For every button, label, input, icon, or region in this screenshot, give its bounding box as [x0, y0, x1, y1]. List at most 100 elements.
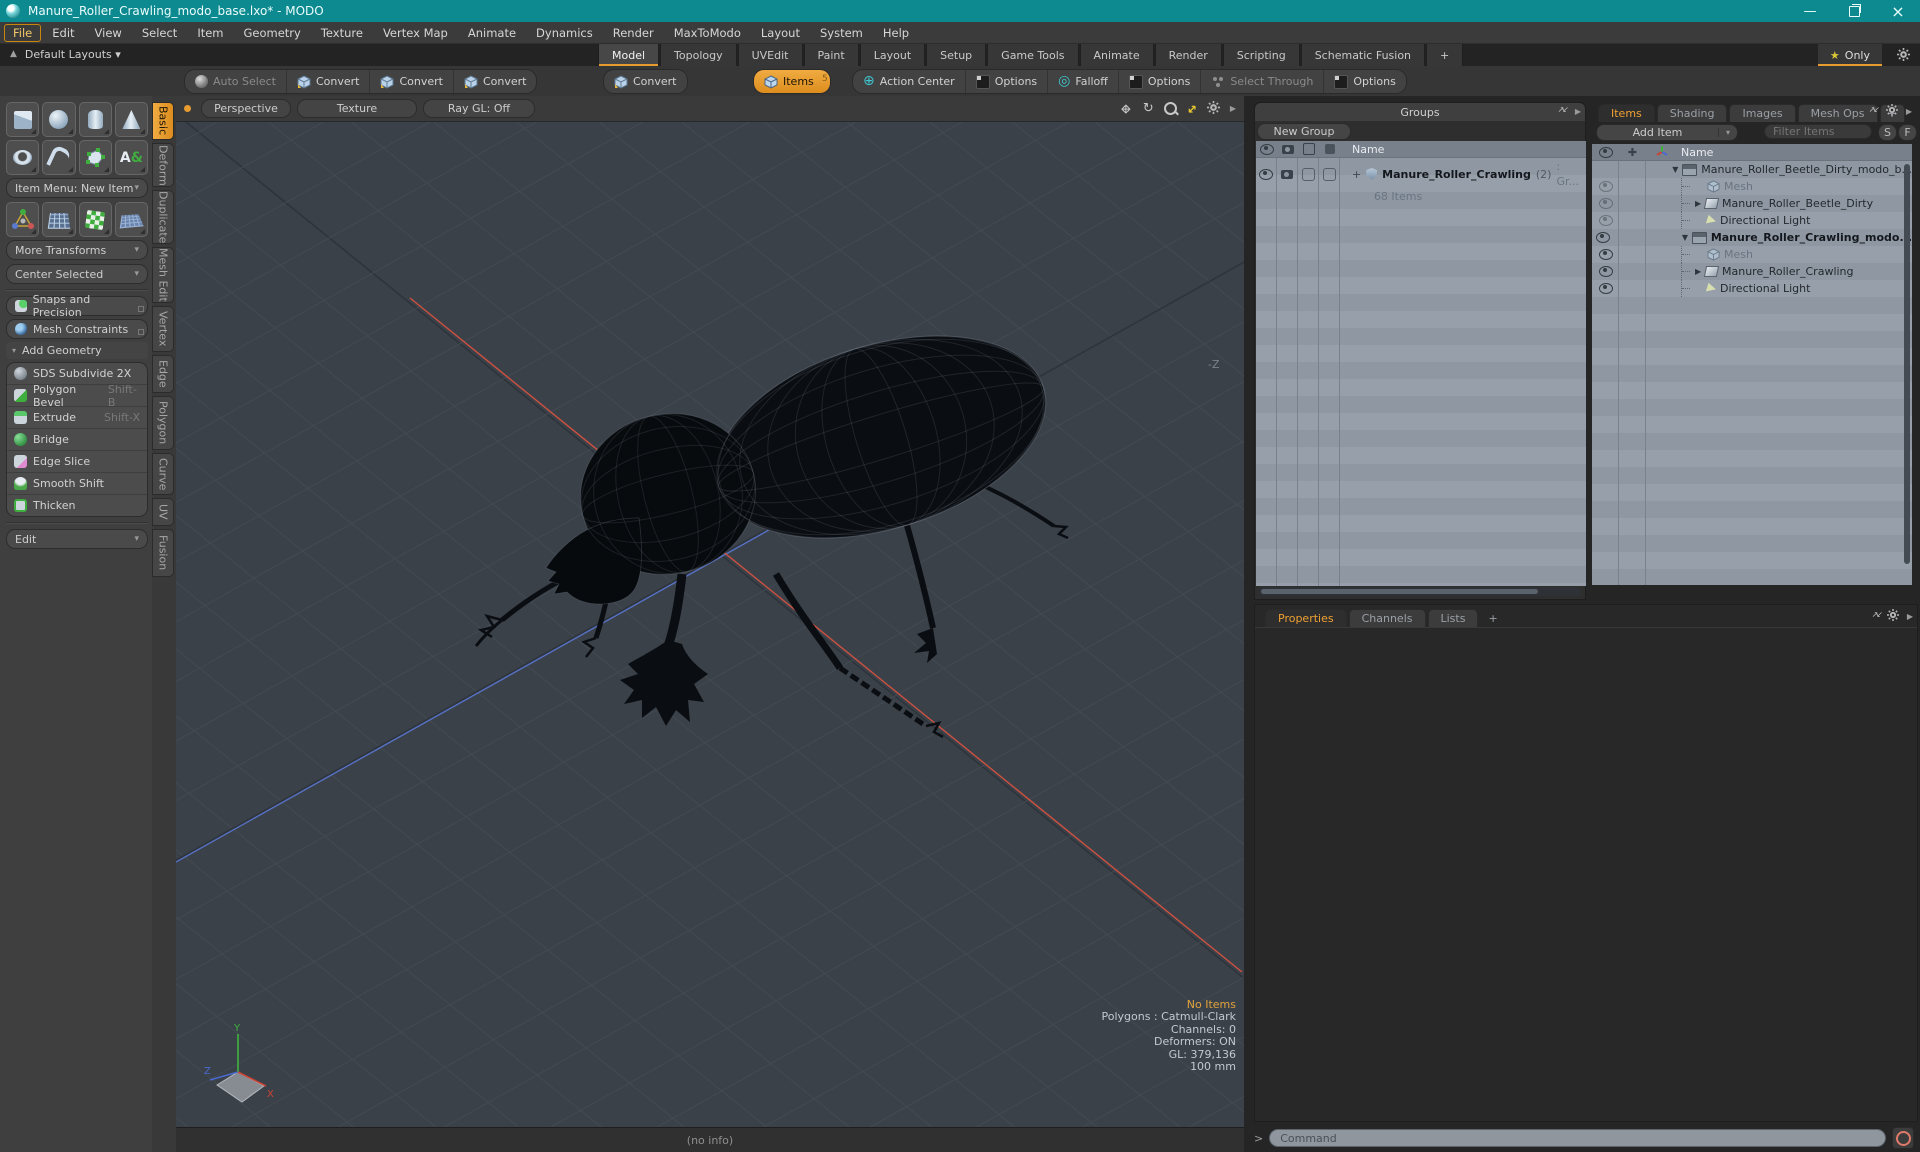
panel-flyout-icon[interactable]: ▶ — [1575, 107, 1581, 116]
menu-system[interactable]: System — [811, 24, 872, 42]
visibility-toggle[interactable] — [1599, 249, 1613, 260]
items-tree[interactable]: ✚ Name ▼ Manure_Roller_Beetle_Dirty_modo… — [1592, 144, 1912, 585]
layout-tab-paint[interactable]: Paint — [804, 44, 859, 66]
smooth-shift-button[interactable]: Smooth Shift — [7, 473, 147, 495]
new-group-button[interactable]: New Group — [1257, 123, 1351, 140]
menu-dynamics[interactable]: Dynamics — [527, 24, 602, 42]
bridge-button[interactable]: Bridge — [7, 429, 147, 451]
layout-tab-model[interactable]: Model — [598, 44, 659, 66]
cone-tool[interactable] — [115, 102, 148, 137]
expand-group-icon[interactable]: + — [1352, 167, 1361, 182]
panel-flyout-icon[interactable]: ▶ — [1907, 612, 1913, 621]
tab-duplicate[interactable]: Duplicate — [152, 190, 174, 244]
helix-tool[interactable] — [42, 140, 75, 175]
sphere-tool[interactable] — [42, 102, 75, 137]
visibility-toggle[interactable] — [1599, 198, 1613, 209]
menu-animate[interactable]: Animate — [459, 24, 525, 42]
tab-vertex[interactable]: Vertex — [152, 306, 174, 352]
collapse-icon[interactable]: ▼ — [1672, 165, 1682, 174]
layout-tab-schematic-fusion[interactable]: Schematic Fusion — [1301, 44, 1425, 66]
layout-tab-add[interactable]: + — [1426, 44, 1463, 66]
layout-tab-scripting[interactable]: Scripting — [1223, 44, 1300, 66]
filter-button[interactable]: F — [1898, 124, 1917, 141]
panel-flyout-icon[interactable]: ▶ — [1906, 107, 1912, 116]
edge-slice-button[interactable]: Edge Slice — [7, 451, 147, 473]
macro-record-button[interactable] — [1892, 1127, 1914, 1149]
tree-row-mesh-2[interactable]: Mesh — [1592, 246, 1912, 263]
group-visible-toggle[interactable] — [1259, 169, 1273, 180]
cylinder-tool[interactable] — [79, 102, 112, 137]
group-render-toggle[interactable] — [1281, 170, 1293, 179]
minimize-button[interactable]: — — [1788, 0, 1832, 22]
checker-cube-tool[interactable] — [79, 202, 112, 237]
center-selected-dropdown[interactable]: Center Selected▾ — [6, 264, 148, 284]
layouts-up-icon[interactable]: ▲ — [10, 49, 17, 66]
tab-mesh-edit[interactable]: Mesh Edit — [152, 247, 174, 303]
layoutbar-gear-icon[interactable] — [1897, 48, 1910, 64]
group-checkbox-1[interactable] — [1302, 168, 1315, 181]
expand-panel-icon[interactable]: ↗↙ — [1558, 105, 1567, 114]
menu-maxtomodo[interactable]: MaxToModo — [665, 24, 750, 42]
tab-polygon[interactable]: Polygon — [152, 396, 174, 450]
layout-tab-setup[interactable]: Setup — [926, 44, 986, 66]
layout-tab-topology[interactable]: Topology — [660, 44, 737, 66]
menu-layout[interactable]: Layout — [752, 24, 809, 42]
filter-items-input[interactable] — [1764, 124, 1872, 139]
convert-item-button[interactable]: Convert — [604, 70, 687, 93]
tree-row-light-1[interactable]: Directional Light — [1592, 212, 1912, 229]
select-through-button[interactable]: Select Through — [1201, 70, 1324, 93]
visibility-toggle[interactable] — [1596, 232, 1610, 243]
tab-lists[interactable]: Lists — [1428, 609, 1479, 627]
menu-file[interactable]: File — [4, 24, 41, 42]
tree-row-group-2[interactable]: ▶ Manure_Roller_Crawling — [1592, 263, 1912, 280]
convert-vertex-button[interactable]: Convert — [287, 70, 371, 93]
tab-curve[interactable]: Curve — [152, 453, 174, 495]
tree-row-mesh-1[interactable]: Mesh — [1592, 178, 1912, 195]
viewport-gear-icon[interactable] — [1207, 101, 1220, 117]
visibility-toggle[interactable] — [1599, 215, 1613, 226]
layout-tab-uvedit[interactable]: UVEdit — [738, 44, 803, 66]
viewport-3d[interactable]: Perspective Texture Ray GL: Off ↔↔ ↻ ↔ ▶… — [176, 96, 1244, 1127]
tab-mesh-ops[interactable]: Mesh Ops — [1798, 104, 1878, 122]
tab-channels[interactable]: Channels — [1349, 609, 1426, 627]
visibility-toggle[interactable] — [1599, 266, 1613, 277]
falloff-grid-tool[interactable] — [115, 202, 148, 237]
properties-gear-icon[interactable] — [1887, 609, 1899, 624]
falloff-options-button[interactable]: Options — [1119, 70, 1201, 93]
tab-add[interactable]: + — [1480, 609, 1505, 627]
tree-row-scene-1[interactable]: ▼ Manure_Roller_Beetle_Dirty_modo_b... — [1592, 161, 1912, 178]
menu-geometry[interactable]: Geometry — [235, 24, 310, 42]
visibility-toggle[interactable] — [1599, 283, 1613, 294]
rotate-icon[interactable]: ↻ — [1143, 101, 1154, 116]
items-vscrollbar[interactable] — [1904, 164, 1910, 564]
more-transforms-dropdown[interactable]: More Transforms▾ — [6, 240, 148, 260]
default-layouts-dropdown[interactable]: Default Layouts ▾ — [25, 48, 121, 66]
close-button[interactable]: × — [1876, 0, 1920, 22]
pan-icon[interactable]: ↔↔ — [1119, 102, 1133, 116]
menu-select[interactable]: Select — [133, 24, 186, 42]
group-checkbox-2[interactable] — [1323, 168, 1336, 181]
items-mode-button[interactable]: Items 5 — [754, 70, 830, 93]
item-menu-dropdown[interactable]: Item Menu: New Item▾ — [6, 178, 148, 198]
torus-tool[interactable] — [6, 140, 39, 175]
add-item-caret[interactable]: ▾ — [1718, 128, 1737, 137]
action-center-button[interactable]: ⊕Action Center — [853, 70, 966, 93]
tree-row-scene-2[interactable]: ▼ Manure_Roller_Crawling_modo... — [1592, 229, 1912, 246]
edit-dropdown[interactable]: Edit▾ — [6, 529, 148, 549]
perspective-dropdown[interactable]: Perspective — [201, 99, 291, 118]
tab-properties[interactable]: Properties — [1265, 609, 1347, 627]
tree-row-light-2[interactable]: Directional Light — [1592, 280, 1912, 297]
only-toggle[interactable]: ★ Only — [1818, 44, 1882, 66]
tree-row-group-1[interactable]: ▶ Manure_Roller_Beetle_Dirty — [1592, 195, 1912, 212]
menu-view[interactable]: View — [86, 24, 131, 42]
falloff-button[interactable]: ◎Falloff — [1048, 70, 1119, 93]
tab-fusion[interactable]: Fusion — [152, 529, 174, 577]
convert-edge-button[interactable]: Convert — [370, 70, 454, 93]
layout-tab-render[interactable]: Render — [1155, 44, 1222, 66]
groups-hscrollbar[interactable] — [1259, 587, 1581, 596]
layout-tab-game-tools[interactable]: Game Tools — [987, 44, 1078, 66]
command-input[interactable] — [1269, 1129, 1886, 1147]
groups-list[interactable]: Name + Manure_Roller_Crawling (2) : Gr..… — [1256, 141, 1586, 586]
items-gear-icon[interactable] — [1886, 104, 1898, 119]
polygon-bevel-button[interactable]: Polygon BevelShift-B — [7, 385, 147, 407]
